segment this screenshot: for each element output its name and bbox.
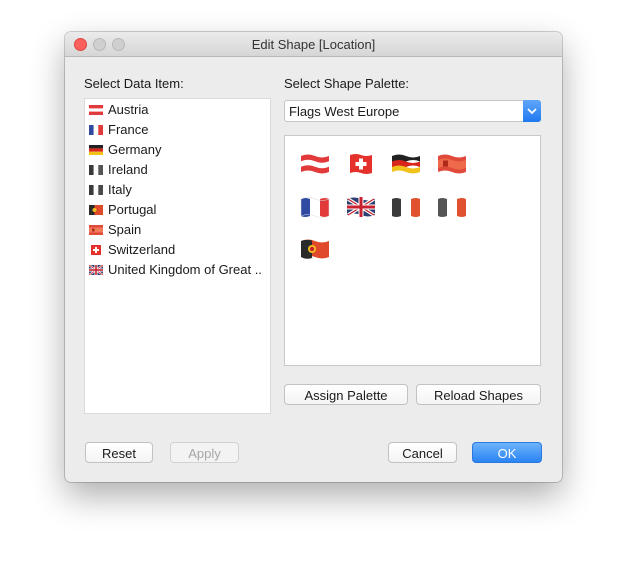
title-bar: Edit Shape [Location] bbox=[65, 32, 562, 57]
flag-uk-icon bbox=[89, 265, 103, 275]
list-item-germany[interactable]: Germany bbox=[89, 140, 267, 160]
item-label: Austria bbox=[108, 102, 149, 117]
flag-switzerland-icon bbox=[91, 245, 101, 255]
item-label: Italy bbox=[108, 182, 132, 197]
assign-palette-button[interactable]: Assign Palette bbox=[284, 384, 408, 405]
flag-austria-icon[interactable] bbox=[300, 152, 330, 176]
shape-palette-value: Flags West Europe bbox=[289, 104, 400, 119]
reload-shapes-button[interactable]: Reload Shapes bbox=[416, 384, 541, 405]
flag-uk-icon[interactable] bbox=[346, 195, 376, 219]
cancel-button[interactable]: Cancel bbox=[388, 442, 457, 463]
flag-ireland-icon bbox=[89, 165, 103, 175]
flag-germany-icon[interactable] bbox=[391, 152, 421, 176]
flag-spain-icon bbox=[89, 225, 103, 235]
item-label: Portugal bbox=[108, 202, 157, 217]
shape-palette-grid bbox=[284, 135, 541, 366]
item-label: Spain bbox=[108, 222, 142, 237]
flag-germany-icon bbox=[89, 145, 103, 155]
select-data-item-label: Select Data Item: bbox=[84, 76, 184, 91]
list-item-france[interactable]: France bbox=[89, 120, 267, 140]
flag-ireland-icon[interactable] bbox=[437, 195, 467, 219]
flag-austria-icon bbox=[89, 105, 103, 115]
edit-shape-dialog: Edit Shape [Location] Select Data Item: … bbox=[65, 32, 562, 482]
flag-spain-icon[interactable] bbox=[437, 152, 467, 176]
data-item-list[interactable]: Austria France Germany Ireland Italy Por… bbox=[84, 98, 271, 414]
chevron-down-icon[interactable] bbox=[523, 100, 541, 122]
select-shape-palette-label: Select Shape Palette: bbox=[284, 76, 410, 91]
flag-italy-icon bbox=[89, 185, 103, 195]
item-label: United Kingdom of Great .. bbox=[108, 262, 262, 277]
flag-france-icon[interactable] bbox=[300, 195, 330, 219]
item-label: Switzerland bbox=[108, 242, 176, 257]
apply-button[interactable]: Apply bbox=[170, 442, 239, 463]
item-label: Ireland bbox=[108, 162, 148, 177]
list-item-ireland[interactable]: Ireland bbox=[89, 160, 267, 180]
list-item-austria[interactable]: Austria bbox=[89, 100, 267, 120]
list-item-united-kingdom[interactable]: United Kingdom of Great .. bbox=[89, 260, 267, 280]
window-title: Edit Shape [Location] bbox=[251, 37, 376, 52]
flag-portugal-icon[interactable] bbox=[300, 237, 330, 261]
item-label: Germany bbox=[108, 142, 162, 157]
flag-france-icon bbox=[89, 125, 103, 135]
item-label: France bbox=[108, 122, 149, 137]
list-item-spain[interactable]: Spain bbox=[89, 220, 267, 240]
ok-button[interactable]: OK bbox=[472, 442, 542, 463]
list-item-italy[interactable]: Italy bbox=[89, 180, 267, 200]
flag-switzerland-icon[interactable] bbox=[346, 152, 376, 176]
list-item-portugal[interactable]: Portugal bbox=[89, 200, 267, 220]
shape-palette-select[interactable]: Flags West Europe bbox=[284, 100, 541, 122]
flag-italy-icon[interactable] bbox=[391, 195, 421, 219]
list-item-switzerland[interactable]: Switzerland bbox=[89, 240, 267, 260]
reset-button[interactable]: Reset bbox=[85, 442, 153, 463]
flag-portugal-icon bbox=[89, 205, 103, 215]
